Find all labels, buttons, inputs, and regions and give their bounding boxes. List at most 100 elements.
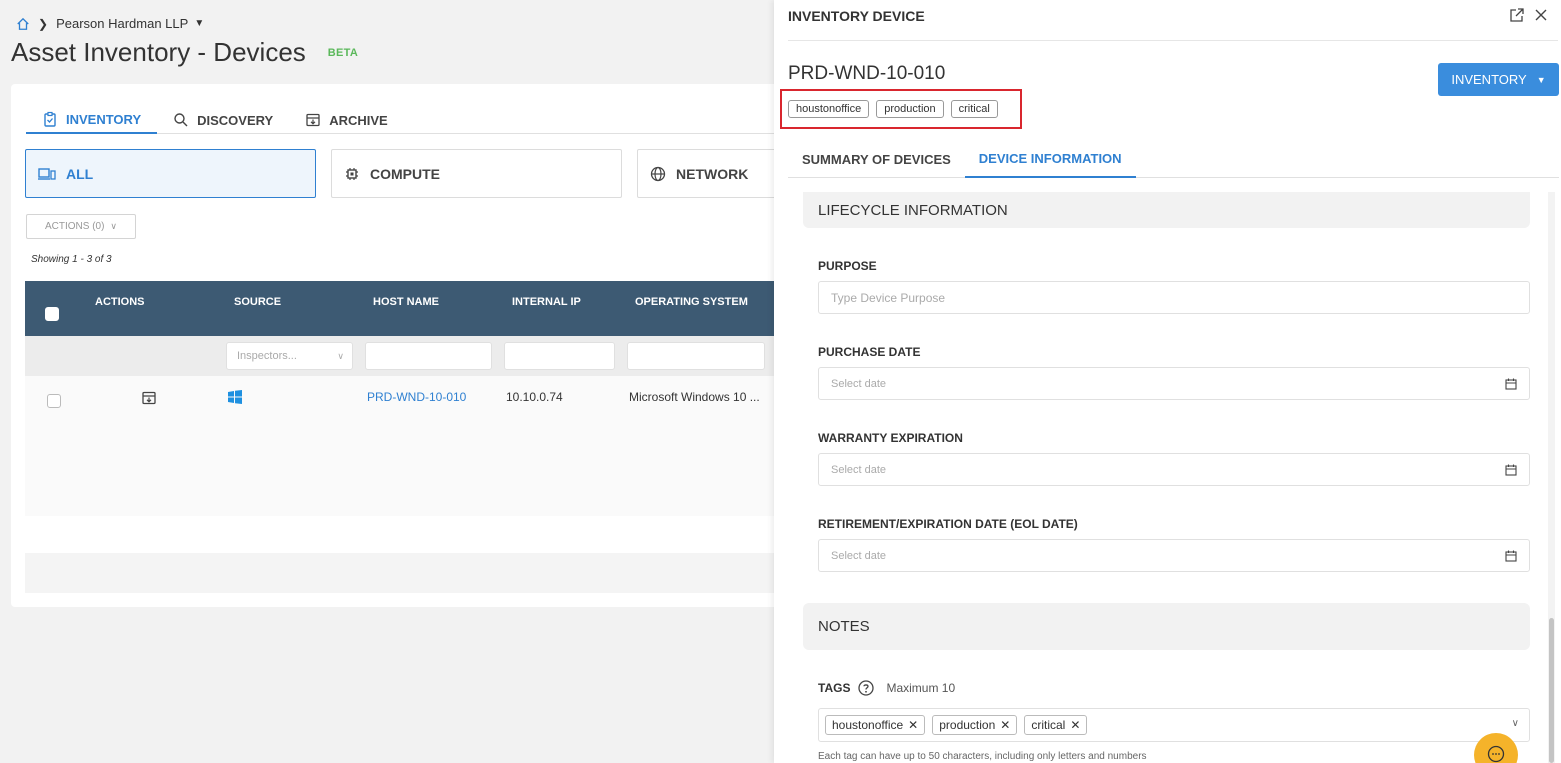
remove-tag-icon[interactable]: ✕ <box>1070 718 1080 732</box>
filter-compute-label: COMPUTE <box>370 165 440 182</box>
close-icon[interactable] <box>1533 7 1549 23</box>
internal-ip-value: 10.10.0.74 <box>506 390 563 404</box>
warranty-expiration-label: WARRANTY EXPIRATION <box>818 431 963 445</box>
globe-icon <box>650 166 666 181</box>
purpose-label: PURPOSE <box>818 259 877 273</box>
drawer-controls <box>1509 7 1549 23</box>
device-name: PRD-WND-10-010 <box>788 63 946 84</box>
calendar-icon[interactable] <box>1505 378 1517 390</box>
internal-ip-filter-input[interactable] <box>504 342 615 370</box>
tab-inventory[interactable]: INVENTORY <box>26 106 158 134</box>
caret-down-icon[interactable]: ▼ <box>194 18 204 29</box>
page-title: Asset Inventory - Devices BETA <box>11 37 358 68</box>
tab-archive[interactable]: ARCHIVE <box>289 106 404 134</box>
tag-chip-label: critical <box>1031 718 1066 732</box>
devices-table: ACTIONS SOURCE HOST NAME INTERNAL IP OPE… <box>25 281 811 516</box>
lifecycle-title: LIFECYCLE INFORMATION <box>818 201 1008 219</box>
drawer-scrollbar-thumb[interactable] <box>1549 618 1554 763</box>
source-filter-cell: Inspectors... ∨ <box>220 342 359 370</box>
purchase-date-picker[interactable]: Select date <box>818 367 1530 400</box>
tags-help-text: Each tag can have up to 50 characters, i… <box>818 751 1147 762</box>
archive-icon[interactable] <box>141 390 157 406</box>
notes-title: NOTES <box>818 618 870 635</box>
remove-tag-icon[interactable]: ✕ <box>1000 718 1010 732</box>
date-placeholder: Select date <box>831 549 887 562</box>
row-select-cell <box>25 376 81 516</box>
caret-down-icon: ▼ <box>1536 74 1546 85</box>
header-host-name[interactable]: HOST NAME <box>359 281 498 336</box>
windows-icon <box>228 390 242 404</box>
header-internal-ip[interactable]: INTERNAL IP <box>498 281 621 336</box>
header-select-cell <box>25 281 81 336</box>
row-source-cell <box>220 376 359 516</box>
filter-network-label: NETWORK <box>676 165 749 182</box>
row-host-cell: PRD-WND-10-010 <box>359 376 498 516</box>
page-title-text: Asset Inventory - Devices <box>11 37 306 67</box>
purchase-date-label: PURCHASE DATE <box>818 345 921 359</box>
tags-field-label: TAGS Maximum 10 <box>818 680 955 696</box>
help-icon[interactable] <box>858 680 875 696</box>
tag-chip: houstonoffice <box>788 100 870 118</box>
tag-chip: critical ✕ <box>1024 715 1088 735</box>
retirement-date-label: RETIREMENT/EXPIRATION DATE (EOL DATE) <box>818 517 1078 531</box>
tags-input[interactable]: houstonoffice ✕ production ✕ critical ✕ ∨ <box>818 708 1530 742</box>
chevron-down-icon[interactable]: ∨ <box>1512 718 1519 729</box>
purpose-input[interactable]: Type Device Purpose <box>818 281 1530 314</box>
os-filter-input[interactable] <box>627 342 765 370</box>
open-external-icon[interactable] <box>1509 7 1525 23</box>
org-selector[interactable]: Pearson Hardman LLP <box>56 16 188 31</box>
drawer-title: INVENTORY DEVICE <box>788 8 925 24</box>
archive-icon <box>306 113 320 127</box>
calendar-icon[interactable] <box>1505 550 1517 562</box>
table-header: ACTIONS SOURCE HOST NAME INTERNAL IP OPE… <box>25 281 811 336</box>
tag-chip: production <box>876 100 944 118</box>
ip-filter-cell <box>498 342 621 370</box>
select-all-checkbox[interactable] <box>45 306 59 321</box>
warranty-date-picker[interactable]: Select date <box>818 453 1530 486</box>
remove-tag-icon[interactable]: ✕ <box>908 718 918 732</box>
purpose-placeholder: Type Device Purpose <box>831 290 946 305</box>
chevron-down-icon: ∨ <box>110 221 118 231</box>
tag-chip-label: houstonoffice <box>832 718 904 732</box>
tag-chip: houstonoffice ✕ <box>825 715 926 735</box>
actions-label: ACTIONS (0) <box>44 221 105 232</box>
devices-icon <box>38 167 56 180</box>
tab-archive-label: ARCHIVE <box>329 112 388 128</box>
drawer-tabs: SUMMARY OF DEVICES DEVICE INFORMATION <box>788 140 1559 178</box>
main-tabs: INVENTORY DISCOVERY ARCHIVE <box>26 106 786 134</box>
tags-max: Maximum 10 <box>886 681 956 695</box>
filter-all[interactable]: ALL <box>25 149 316 198</box>
table-row[interactable]: PRD-WND-10-010 10.10.0.74 Microsoft Wind… <box>25 376 811 516</box>
tab-discovery-label: DISCOVERY <box>197 112 274 128</box>
row-actions-cell <box>81 376 220 516</box>
inventory-status-button[interactable]: INVENTORY ▼ <box>1438 63 1559 96</box>
tab-summary-of-devices[interactable]: SUMMARY OF DEVICES <box>788 140 965 178</box>
beta-badge: BETA <box>327 46 359 59</box>
tab-discovery[interactable]: DISCOVERY <box>157 106 289 134</box>
source-filter-select[interactable]: Inspectors... ∨ <box>226 342 353 370</box>
row-checkbox[interactable] <box>47 394 61 408</box>
host-name-link[interactable]: PRD-WND-10-010 <box>367 390 466 404</box>
host-name-filter-input[interactable] <box>365 342 492 370</box>
device-tags: houstonoffice production critical <box>788 100 998 118</box>
tab-inventory-label: INVENTORY <box>66 111 142 127</box>
retirement-date-picker[interactable]: Select date <box>818 539 1530 572</box>
chevron-down-icon: ∨ <box>337 350 344 361</box>
chat-icon <box>1487 745 1505 763</box>
lifecycle-section-header: LIFECYCLE INFORMATION <box>803 192 1530 228</box>
calendar-icon[interactable] <box>1505 464 1517 476</box>
actions-dropdown-button[interactable]: ACTIONS (0) ∨ <box>26 214 136 239</box>
tab-device-information[interactable]: DEVICE INFORMATION <box>964 140 1136 178</box>
tags-label: TAGS <box>818 681 851 695</box>
header-actions[interactable]: ACTIONS <box>81 281 220 336</box>
header-source[interactable]: SOURCE <box>220 281 359 336</box>
table-footer <box>25 553 811 593</box>
filter-compute[interactable]: COMPUTE <box>331 149 622 198</box>
tag-chip: production ✕ <box>932 715 1018 735</box>
date-placeholder: Select date <box>831 463 887 476</box>
source-filter-placeholder: Inspectors... <box>237 350 297 362</box>
divider <box>788 40 1558 41</box>
chevron-right-icon: ❯ <box>38 16 49 31</box>
home-icon[interactable] <box>16 17 30 31</box>
inventory-card: INVENTORY DISCOVERY ARCHIVE ALL COMPUTE … <box>11 84 928 607</box>
